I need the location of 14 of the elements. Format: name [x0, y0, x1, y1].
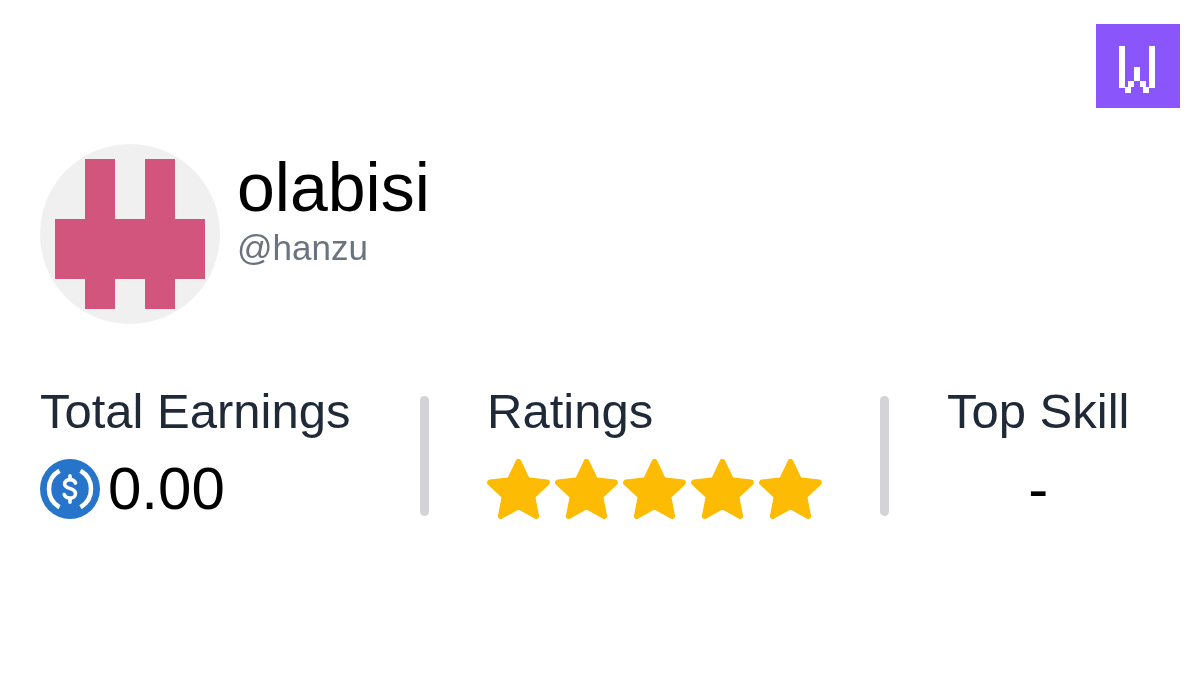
star-icon [759, 459, 822, 519]
star-icon [691, 459, 754, 519]
earnings-amount: 0.00 [108, 458, 225, 520]
stat-label: Ratings [487, 383, 655, 440]
stat-value: - [1028, 458, 1049, 520]
pixel-logo-icon [1096, 24, 1180, 108]
star-icon [623, 459, 686, 519]
dollar-coin-icon [40, 459, 100, 519]
user-handle: @hanzu [237, 227, 369, 269]
star-icon [487, 459, 550, 519]
stat-label: Total Earnings [40, 383, 352, 440]
stat-label: Top Skill [947, 383, 1130, 440]
star-icon [555, 459, 618, 519]
user-name: olabisi [237, 148, 430, 227]
